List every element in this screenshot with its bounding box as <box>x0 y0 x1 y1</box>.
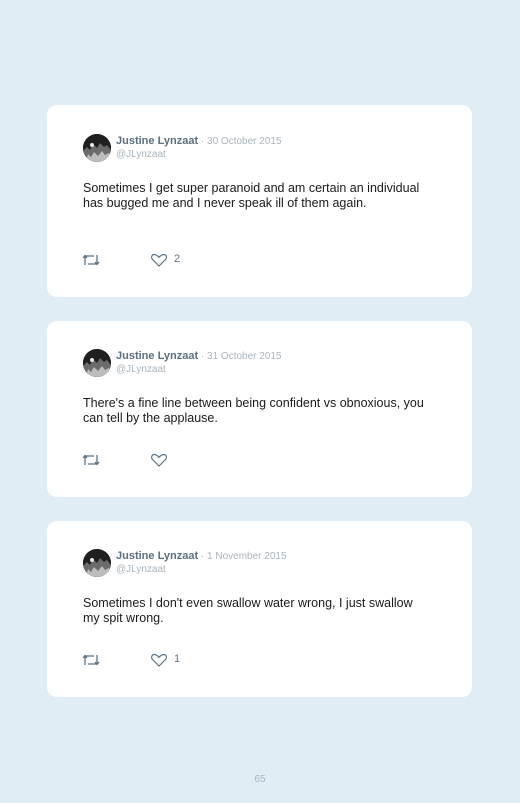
avatar[interactable] <box>83 349 111 377</box>
page-number: 65 <box>254 774 266 785</box>
meta-separator: · <box>198 136 208 147</box>
author-handle[interactable]: @JLynzaat <box>116 149 166 161</box>
tweet-text: Sometimes I don't even swallow water wro… <box>83 596 413 625</box>
avatar[interactable] <box>83 549 111 577</box>
tweet-text: Sometimes I get super paranoid and am ce… <box>83 181 420 210</box>
author-name[interactable]: Justine Lynzaat <box>116 135 198 147</box>
author-line: Justine Lynzaat · 31 October 2015 <box>116 350 282 363</box>
author-name[interactable]: Justine Lynzaat <box>116 550 198 562</box>
like-count: 1 <box>174 653 181 665</box>
tweet-text: There's a fine line between being confid… <box>83 396 424 425</box>
retweet-icon[interactable] <box>82 653 100 667</box>
heart-icon[interactable] <box>150 653 168 667</box>
tweet-date[interactable]: 31 October 2015 <box>207 351 282 362</box>
author-handle[interactable]: @JLynzaat <box>116 564 166 576</box>
author-line: Justine Lynzaat · 1 November 2015 <box>116 550 287 563</box>
like-count: 2 <box>174 253 181 265</box>
meta-separator: · <box>198 551 208 562</box>
heart-icon[interactable] <box>150 453 168 467</box>
tweet-card: Justine Lynzaat · 30 October 2015 @JLynz… <box>47 105 472 297</box>
avatar[interactable] <box>83 134 111 162</box>
retweet-icon[interactable] <box>82 253 100 267</box>
tweet-date[interactable]: 30 October 2015 <box>207 136 282 147</box>
author-name[interactable]: Justine Lynzaat <box>116 350 198 362</box>
retweet-icon[interactable] <box>82 453 100 467</box>
meta-separator: · <box>198 351 208 362</box>
author-handle[interactable]: @JLynzaat <box>116 364 166 376</box>
tweet-card: Justine Lynzaat · 31 October 2015 @JLynz… <box>47 321 472 497</box>
tweet-card: Justine Lynzaat · 1 November 2015 @JLynz… <box>47 521 472 697</box>
heart-icon[interactable] <box>150 253 168 267</box>
tweet-date[interactable]: 1 November 2015 <box>207 551 287 562</box>
author-line: Justine Lynzaat · 30 October 2015 <box>116 135 282 148</box>
